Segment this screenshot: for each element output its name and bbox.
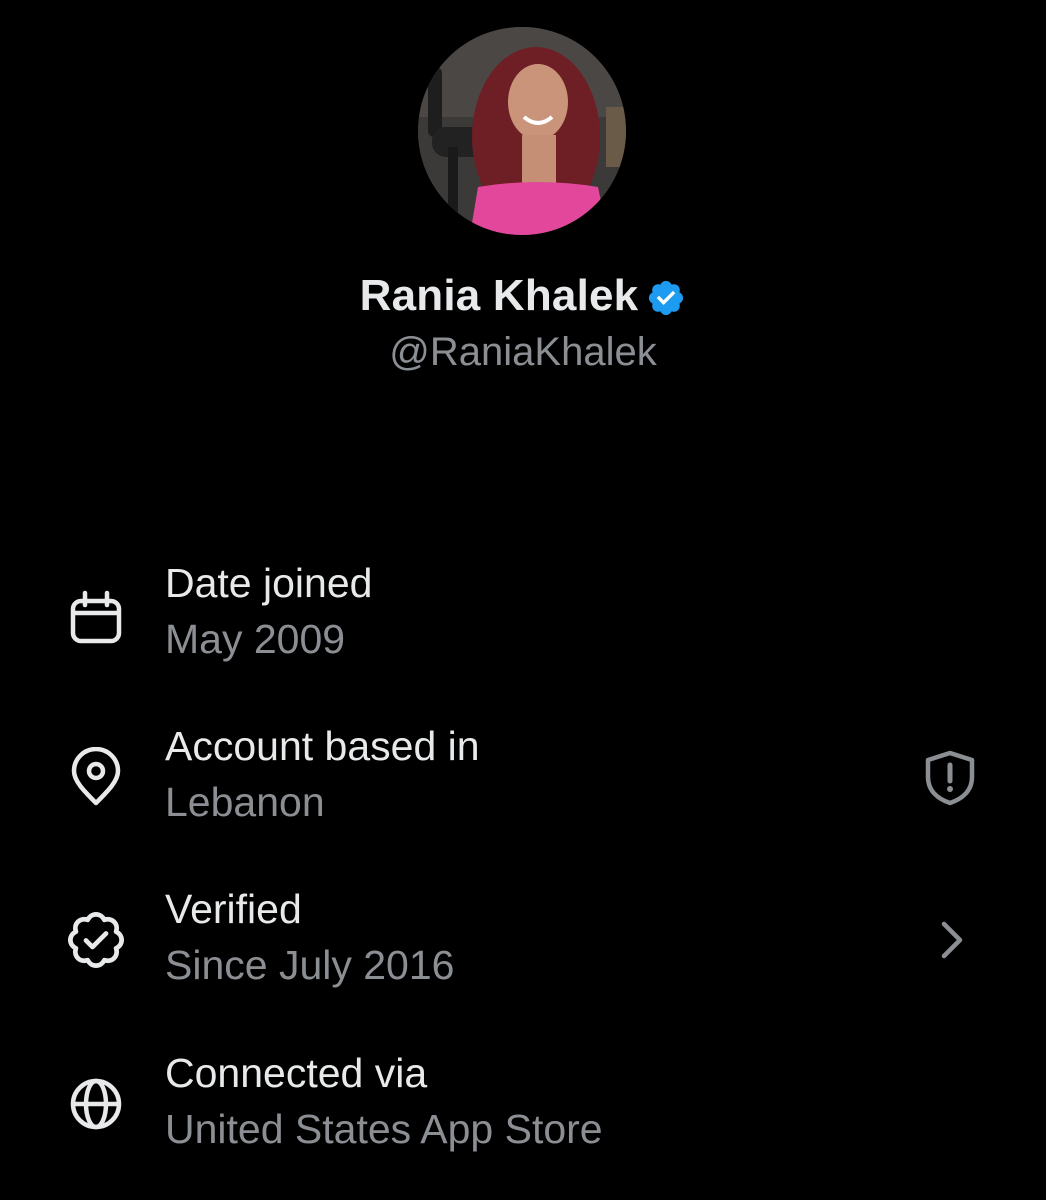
verified-label: Verified <box>165 886 302 932</box>
account-based-in-label: Account based in <box>165 723 480 769</box>
date-joined-value: May 2009 <box>165 616 346 662</box>
avatar[interactable] <box>418 27 626 235</box>
display-name: Rania Khalek <box>359 271 639 320</box>
profile-photo <box>418 27 626 235</box>
globe-icon <box>66 1074 126 1134</box>
handle: @RaniaKhalek <box>389 330 657 374</box>
calendar-icon <box>66 587 126 647</box>
verified-badge-icon[interactable] <box>646 278 686 318</box>
location-pin-icon <box>66 746 126 807</box>
info-row-connected-via: Connected via United States App Store <box>0 1050 1046 1180</box>
verified-check-icon <box>66 910 126 970</box>
connected-via-label: Connected via <box>165 1050 428 1096</box>
verified-value: Since July 2016 <box>165 942 455 988</box>
info-row-verified[interactable]: Verified Since July 2016 <box>0 886 1046 1016</box>
shield-alert-icon[interactable] <box>920 747 980 807</box>
info-row-account-based-in: Account based in Lebanon <box>0 723 1046 853</box>
account-based-in-value: Lebanon <box>165 779 325 825</box>
date-joined-label: Date joined <box>165 560 373 606</box>
connected-via-value: United States App Store <box>165 1106 603 1152</box>
info-row-date-joined: Date joined May 2009 <box>0 560 1046 690</box>
chevron-right-icon[interactable] <box>922 910 982 970</box>
profile-name-row: Rania Khalek <box>0 266 1046 326</box>
